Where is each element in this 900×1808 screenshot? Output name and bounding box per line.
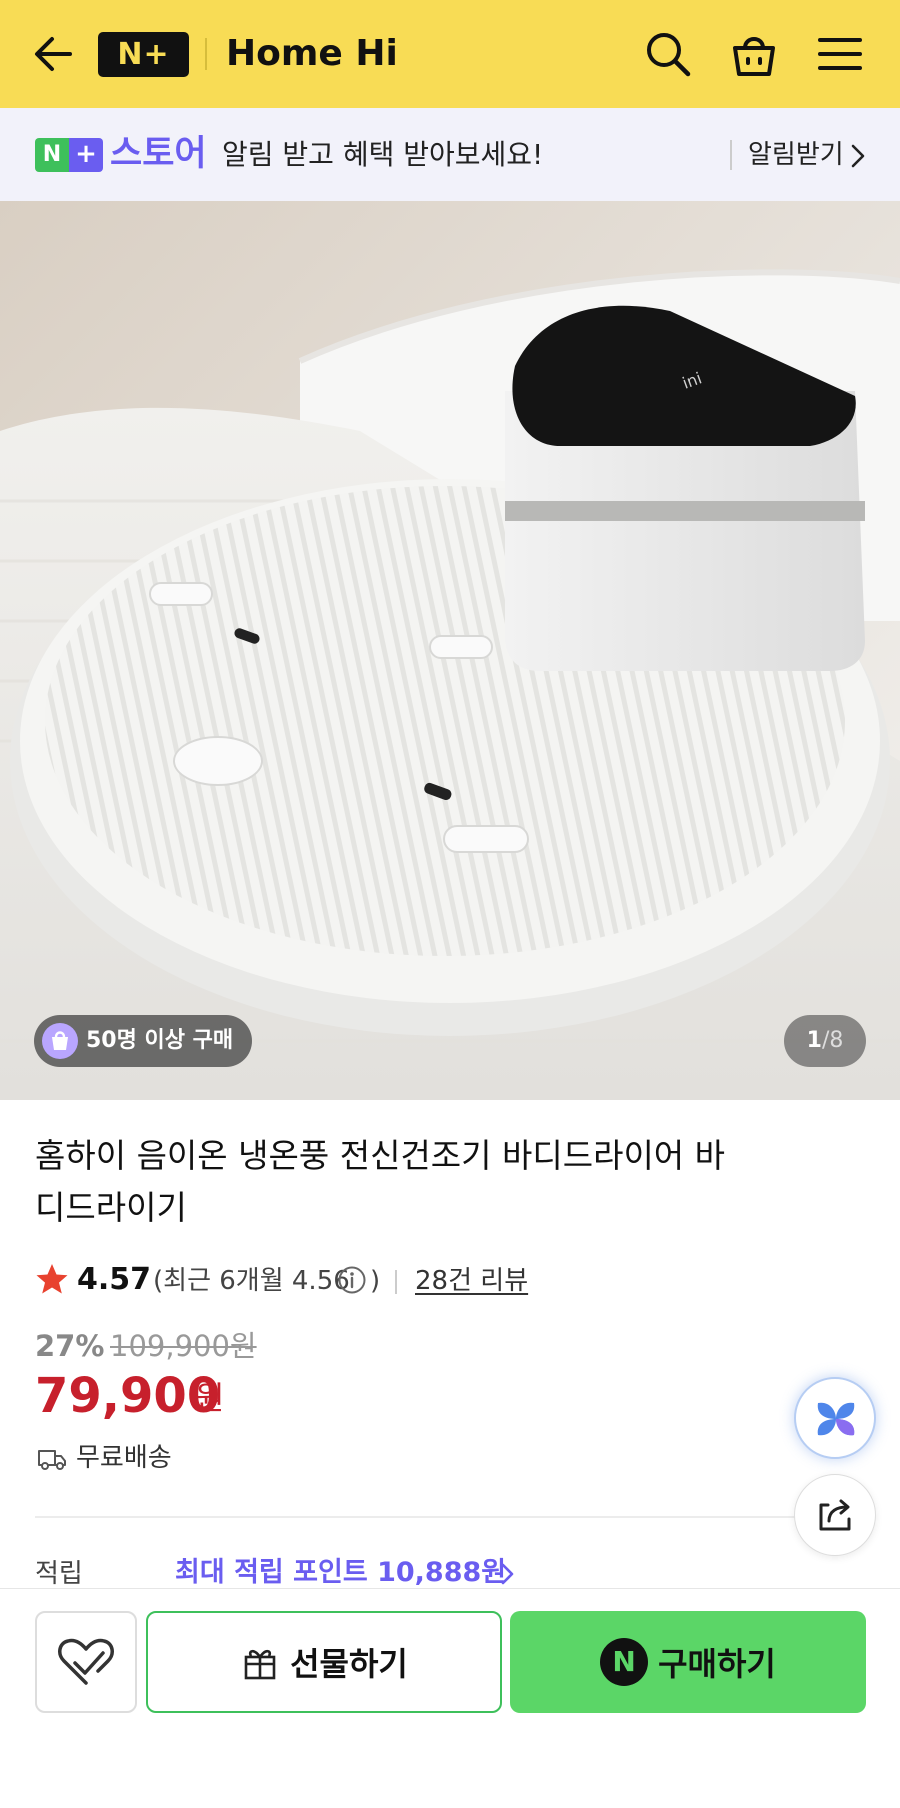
wishlist-button[interactable] <box>35 1611 137 1713</box>
delivery-truck-icon <box>38 1450 66 1470</box>
buyers-count-text: 50명 이상 구매 <box>86 1028 234 1053</box>
buyers-count-badge: 50명 이상 구매 <box>34 1015 252 1067</box>
buy-button[interactable]: N 구매하기 <box>510 1611 866 1713</box>
search-icon <box>647 33 691 77</box>
sale-price-unit: 원 <box>195 1379 225 1417</box>
buy-button-label: 구매하기 <box>658 1645 776 1683</box>
buy-button-content: N 구매하기 <box>510 1611 866 1713</box>
back-button[interactable] <box>26 26 82 82</box>
info-icon[interactable] <box>337 1265 367 1295</box>
original-price: 109,900원 <box>110 1329 257 1363</box>
product-photo: ini <box>0 201 900 1100</box>
store-name[interactable]: Home Hi <box>226 28 398 80</box>
store-word: 스토어 <box>110 134 207 174</box>
shopping-bag-icon <box>733 37 775 76</box>
points-label: 적립 <box>35 1559 83 1589</box>
menu-button[interactable] <box>812 26 868 82</box>
chevron-right-icon <box>501 1563 514 1585</box>
chevron-right-icon <box>851 144 865 168</box>
rating-value: 4.57 <box>77 1262 152 1297</box>
image-counter-current: 1 <box>806 1028 822 1053</box>
discount-rate: 27% <box>35 1329 105 1363</box>
share-button[interactable] <box>794 1474 876 1556</box>
section-divider <box>35 1516 865 1518</box>
nplus-badge-n: N <box>35 138 69 172</box>
promo-message: 알림 받고 혜택 받아보세요! <box>222 138 544 171</box>
review-count-link[interactable]: 28건 리뷰 <box>415 1263 528 1299</box>
naver-pay-badge: N <box>600 1638 649 1686</box>
promo-divider <box>730 140 732 170</box>
heart-check-icon <box>58 1638 114 1685</box>
shipping-info: 무료배송 <box>76 1443 172 1473</box>
product-image-carousel[interactable]: ini 50명 이상 구매 1/8 <box>0 201 900 1100</box>
nplus-badge-plus: + <box>69 138 103 172</box>
gift-button-label: 선물하기 <box>290 1645 408 1683</box>
share-icon <box>819 1499 851 1531</box>
points-value-link[interactable]: 최대 적립 포인트 10,888원 <box>175 1554 506 1592</box>
cart-button[interactable] <box>726 26 782 82</box>
logo-divider <box>205 38 207 70</box>
recent-rating: (최근 6개월 4.56 <box>153 1266 350 1296</box>
rating-row: 4.57 (최근 6개월 4.56 ) 28건 리뷰 <box>35 1257 735 1303</box>
gift-button-content: 선물하기 <box>148 1613 500 1711</box>
top-header: N+ Home Hi <box>0 0 900 108</box>
rating-divider <box>395 1270 397 1294</box>
search-button[interactable] <box>640 26 696 82</box>
image-counter-total: /8 <box>821 1028 844 1053</box>
product-title: 홈하이 음이온 냉온풍 전신건조기 바디드라이어 바디드라이기 <box>35 1136 726 1227</box>
menu-icon <box>818 38 862 70</box>
back-arrow-icon <box>35 37 72 71</box>
shopping-bag-badge-icon <box>42 1023 78 1059</box>
gift-icon <box>244 1649 276 1680</box>
nplus-badge: N + <box>35 138 103 172</box>
recent-rating-close: ) <box>370 1266 381 1296</box>
ai-assistant-icon <box>817 1402 855 1436</box>
store-alert-banner[interactable]: N + 스토어 알림 받고 혜택 받아보세요! 알림받기 <box>0 108 900 201</box>
subscribe-alert-link[interactable]: 알림받기 <box>748 136 844 174</box>
store-logo[interactable]: N+ <box>98 32 189 77</box>
image-counter: 1/8 <box>784 1015 866 1067</box>
star-icon <box>36 1264 68 1294</box>
sale-price: 79,900 <box>35 1368 221 1424</box>
ai-assistant-button[interactable] <box>794 1377 876 1459</box>
bottom-action-bar: 선물하기 N 구매하기 <box>0 1588 900 1808</box>
gift-button[interactable]: 선물하기 <box>146 1611 502 1713</box>
